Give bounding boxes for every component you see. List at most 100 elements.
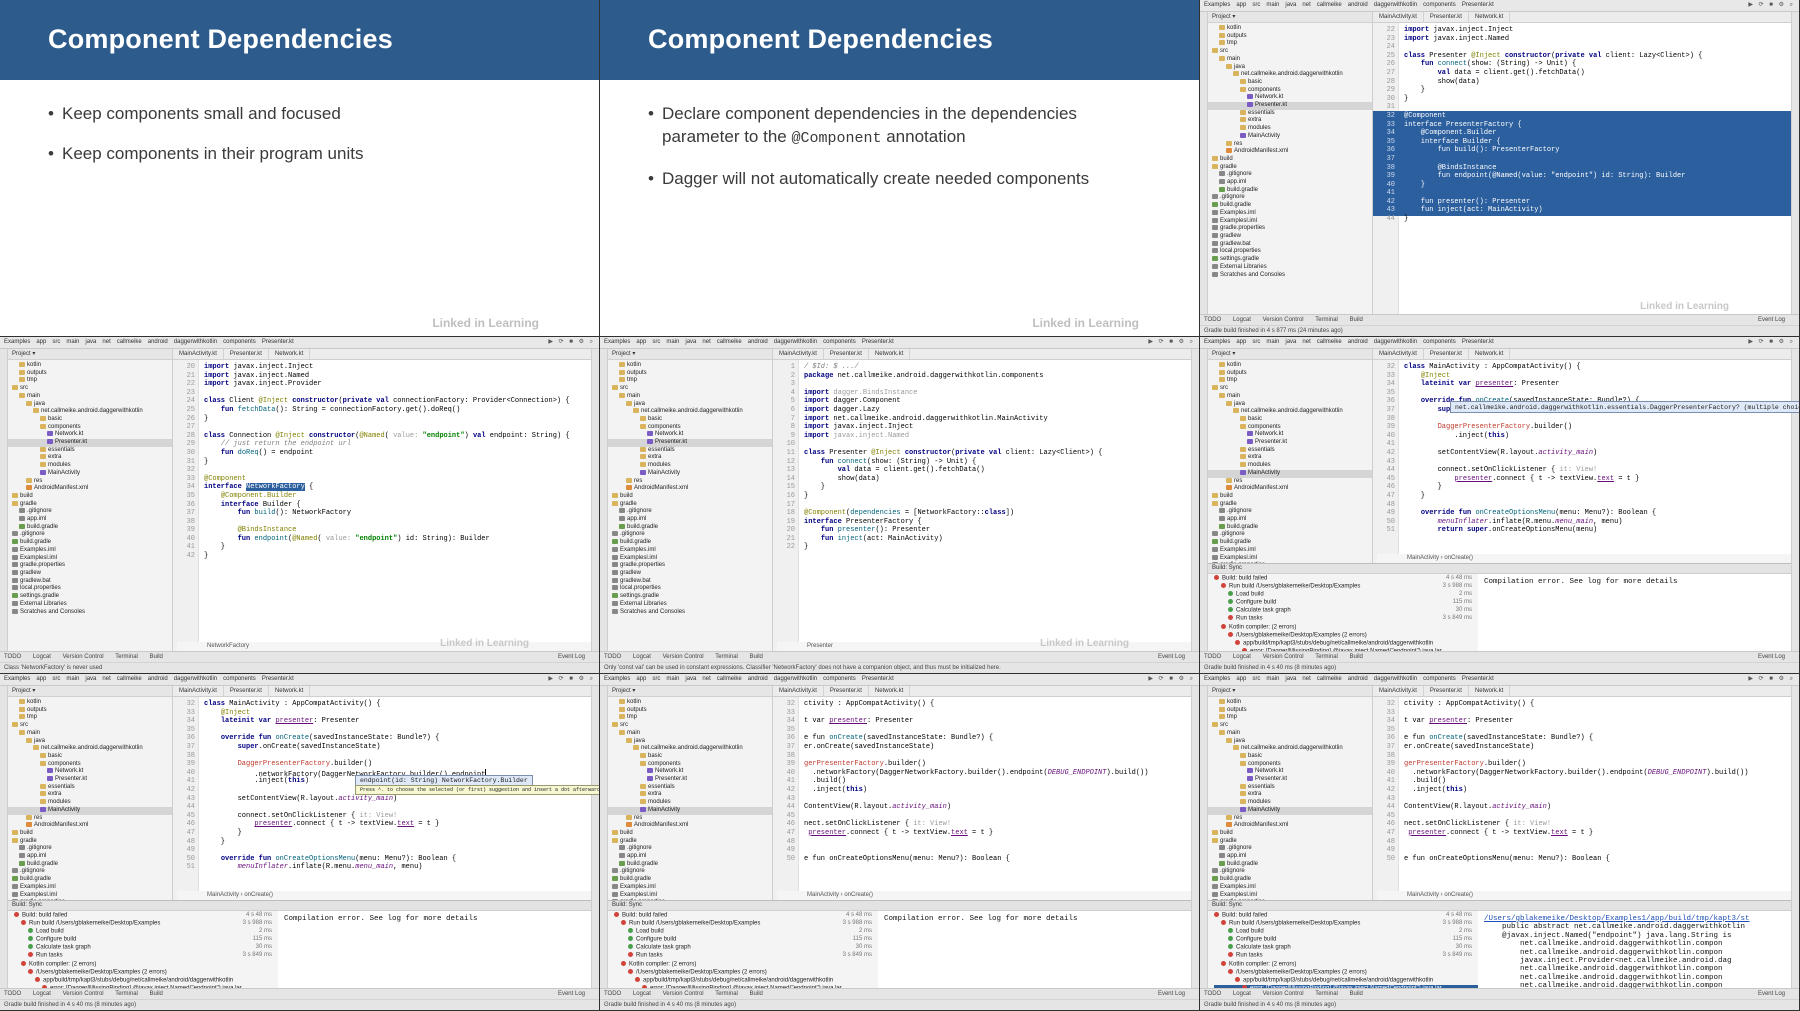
tree-node[interactable]: src xyxy=(1208,722,1372,730)
tree-node[interactable]: Presenter.kt xyxy=(1208,102,1372,110)
breadcrumb-item[interactable]: Examples xyxy=(1204,339,1230,345)
tree-node[interactable]: build.gradle xyxy=(1208,876,1372,884)
breadcrumb-item[interactable]: main xyxy=(1266,2,1279,8)
tool-version-control[interactable]: Version Control xyxy=(663,991,704,997)
tree-node[interactable]: java xyxy=(8,400,172,409)
breadcrumb-item[interactable]: components xyxy=(223,676,256,682)
breadcrumb-item[interactable]: Examples xyxy=(1204,2,1230,8)
tree-node[interactable]: build.gradle xyxy=(608,860,772,869)
code-line[interactable]: 47 } xyxy=(173,829,591,838)
tree-node[interactable]: tmp xyxy=(608,377,772,385)
tree-node[interactable]: res xyxy=(1208,140,1372,149)
tree-node[interactable]: Network.kt xyxy=(8,768,172,776)
build-tree-row[interactable]: Configure build 115 ms xyxy=(614,936,878,944)
code-line[interactable]: 47 presenter.connect { t -> textView.tex… xyxy=(1373,829,1791,838)
breadcrumb-item[interactable]: callmeike xyxy=(717,676,742,682)
breadcrumb[interactable]: Examples app src main java net callmeike androi… xyxy=(1204,2,1500,8)
tree-node[interactable]: app.iml xyxy=(608,853,772,861)
code-line[interactable]: 51 menuInflater.inflate(R.menu.menu_main… xyxy=(173,863,591,872)
code-line[interactable]: 44 xyxy=(173,803,591,812)
tree-node[interactable]: local.properties xyxy=(1208,248,1372,256)
code-line[interactable]: 41 } xyxy=(173,543,591,552)
tree-node[interactable]: main xyxy=(1208,55,1372,64)
code-line[interactable]: 33 xyxy=(1373,709,1791,718)
tree-node[interactable]: gradle.properties xyxy=(8,562,172,570)
tree-node[interactable]: local.properties xyxy=(608,585,772,593)
code-line[interactable]: 39 DaggerPresenterFactory.builder() xyxy=(173,760,591,769)
code-line[interactable]: 35 interface Builder { xyxy=(1373,138,1791,147)
project-panel-header[interactable]: Project ▾ xyxy=(608,349,772,360)
breadcrumb-item[interactable]: java xyxy=(685,676,696,682)
code-line[interactable]: 47 presenter.connect { t -> textView.tex… xyxy=(773,829,1191,838)
tree-node[interactable]: Examplesl.iml xyxy=(1208,217,1372,226)
left-tool-strip[interactable] xyxy=(600,686,608,988)
tree-node[interactable]: MainActivity xyxy=(1208,132,1372,141)
code-line[interactable]: 8 import javax.inject.Inject xyxy=(773,423,1191,432)
tree-node[interactable]: kotlin xyxy=(1208,25,1372,33)
tool-todo[interactable]: TODO xyxy=(4,991,21,997)
tree-node[interactable]: gradle.properties xyxy=(1208,225,1372,233)
tree-node[interactable]: Presenter.kt xyxy=(1208,439,1372,447)
code-line[interactable]: 40 .inject(this) xyxy=(1373,432,1791,441)
build-tree-row[interactable]: Run build /Users/gblakemeike/Desktop/Exa… xyxy=(1214,920,1478,928)
tool-todo[interactable]: TODO xyxy=(4,654,21,660)
build-tree-row[interactable]: error: [Dagger/MissingBinding] @javax.in… xyxy=(14,984,278,988)
tree-node[interactable]: build.gradle xyxy=(1208,539,1372,547)
source-code[interactable]: 1/ $Id: $ .../2 package net.callmeike.and… xyxy=(773,363,1191,552)
tree-node[interactable]: AndroidManifest.xml xyxy=(8,822,172,830)
breadcrumb-item[interactable]: Presenter.kt xyxy=(1462,339,1494,345)
breadcrumb-item[interactable]: java xyxy=(1285,2,1296,8)
tree-node[interactable]: tmp xyxy=(8,377,172,385)
breadcrumb-item[interactable]: Examples xyxy=(604,676,630,682)
code-line[interactable]: 27 xyxy=(173,423,591,432)
build-tree-row[interactable]: Configure build 115 ms xyxy=(1214,599,1478,607)
tree-node[interactable]: tmp xyxy=(1208,714,1372,722)
breadcrumb-item[interactable]: daggerwithkotlin xyxy=(174,339,217,345)
code-line[interactable]: 11 class Presenter @Inject constructor(pr… xyxy=(773,449,1191,458)
tree-node[interactable]: outputs xyxy=(608,369,772,378)
tree-node[interactable]: .gitignore xyxy=(1208,194,1372,202)
tree-node[interactable]: gradle xyxy=(8,500,172,509)
tree-node[interactable]: tmp xyxy=(1208,40,1372,48)
code-line[interactable]: 16} xyxy=(773,492,1191,501)
project-panel-header[interactable]: Project ▾ xyxy=(1208,686,1372,697)
tab-network[interactable]: Network.kt xyxy=(869,686,911,696)
project-panel-header[interactable]: Project ▾ xyxy=(1208,349,1372,360)
build-tree-row[interactable]: Calculate task graph 30 ms xyxy=(1214,944,1478,952)
code-line[interactable]: 38 xyxy=(173,752,591,761)
code-line[interactable]: 34 lateinit var presenter: Presenter xyxy=(1373,380,1791,389)
breadcrumb-item[interactable]: daggerwithkotlin xyxy=(1374,339,1417,345)
breadcrumb-item[interactable]: Presenter.kt xyxy=(862,676,894,682)
tree-node[interactable]: basic xyxy=(1208,752,1372,761)
build-tree-row[interactable]: Kotlin compiler: (2 errors) xyxy=(614,960,878,969)
code-line[interactable]: 32 @Component xyxy=(1373,112,1791,121)
tree-node[interactable]: net.callmeike.android.daggerwithkotlin xyxy=(1208,745,1372,753)
build-tree-row[interactable]: Build: build failed 4 s 48 ms xyxy=(14,912,278,920)
build-panel-header[interactable]: Build: Sync xyxy=(1208,901,1791,911)
tree-node[interactable]: net.callmeike.android.daggerwithkotlin xyxy=(1208,408,1372,416)
code-line[interactable]: 31 xyxy=(1373,103,1791,112)
build-tree-row[interactable]: Load build 2 ms xyxy=(1214,928,1478,936)
tree-node[interactable]: outputs xyxy=(608,706,772,715)
tree-node[interactable]: res xyxy=(608,814,772,823)
tree-node[interactable]: settings.gradle xyxy=(8,593,172,601)
tree-node[interactable]: AndroidManifest.xml xyxy=(608,485,772,493)
breadcrumb-item[interactable]: src xyxy=(1252,676,1260,682)
code-line[interactable]: 43 xyxy=(1373,458,1791,467)
tree-node[interactable]: main xyxy=(608,392,772,401)
tool-terminal[interactable]: Terminal xyxy=(115,991,138,997)
tree-node[interactable]: Examplesl.iml xyxy=(608,891,772,900)
code-line[interactable]: 50 e fun onCreateOptionsMenu(menu: Menu?)… xyxy=(1373,855,1791,864)
tool-version-control[interactable]: Version Control xyxy=(63,654,104,660)
tree-node[interactable]: net.callmeike.android.daggerwithkotlin xyxy=(608,408,772,416)
left-tool-strip[interactable] xyxy=(1200,686,1208,988)
tree-node[interactable]: outputs xyxy=(1208,32,1372,41)
toolbar-icons[interactable]: ▶ ⟳ ■ ⚙ ⌕ xyxy=(548,674,595,685)
code-line[interactable]: 12 fun connect(show: (String) -> Unit) { xyxy=(773,458,1191,467)
left-tool-strip[interactable] xyxy=(1200,349,1208,651)
tree-node[interactable]: main xyxy=(1208,392,1372,401)
code-editor[interactable]: 32 ctivity : AppCompatActivity() {33 34 t v… xyxy=(773,697,1191,900)
code-line[interactable]: 45 xyxy=(773,812,1191,821)
code-line[interactable]: 29 } xyxy=(1373,86,1791,95)
breadcrumb-item[interactable]: components xyxy=(823,676,856,682)
